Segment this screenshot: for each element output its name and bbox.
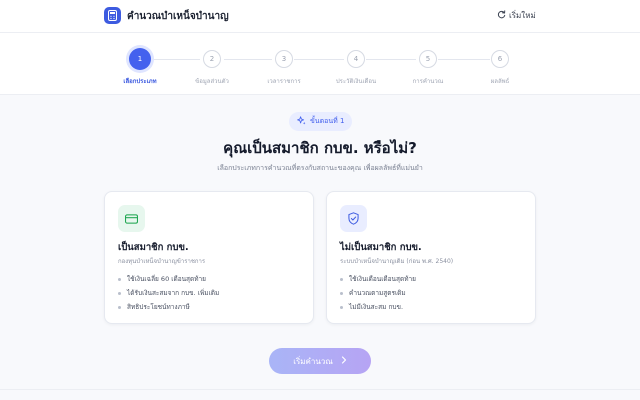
step-number: 3 [275,50,293,68]
calculator-icon [104,7,121,24]
bullet-dot [118,305,121,309]
step-label: ผลลัพธ์ [490,78,510,85]
option-card-member[interactable]: เป็นสมาชิก กบข. กองทุนบำเหน็จบำนาญข้าราช… [104,191,314,324]
bullet-dot [118,291,121,295]
list-item: ไม่มีเงินสะสม กบข. [340,300,416,314]
step-6[interactable]: 6 ผลลัพธ์ [460,50,540,86]
step-label: การคำนวณ [412,78,444,85]
bullet-text: ใช้เงินเดือนเดือนสุดท้าย [349,275,416,283]
bullet-text: คำนวณตามสูตรเดิม [349,289,406,297]
bullet-dot [118,277,121,281]
step-label: ข้อมูลส่วนตัว [195,78,229,85]
step-number: 4 [347,50,365,68]
bullet-dot [340,305,343,309]
card-title: เป็นสมาชิก กบข. [118,242,189,253]
credit-card-icon [118,205,145,232]
step-number: 6 [491,50,509,68]
chevron-right-icon [341,356,347,366]
step-1[interactable]: 1 เลือกประเภท [100,48,180,86]
restart-button[interactable]: เริ่มใหม่ [497,9,536,22]
card-bullets: ใช้เงินเดือนเดือนสุดท้าย คำนวณตามสูตรเดิ… [340,272,416,314]
bullet-dot [340,277,343,281]
start-button-label: เริ่มคำนวณ [293,356,333,366]
bullet-dot [340,291,343,295]
step-3[interactable]: 3 เวลาราชการ [244,50,324,86]
footer-divider [0,389,640,390]
sparkle-icon [297,116,306,127]
card-title: ไม่เป็นสมาชิก กบข. [340,242,422,253]
app-title: คำนวณบำเหน็จบำนาญ [127,11,229,22]
badge-label: ขั้นตอนที่ 1 [310,117,345,125]
progress-stepper: 1 เลือกประเภท 2 ข้อมูลส่วนตัว 3 เวลาราชก… [0,33,640,95]
step-number: 2 [203,50,221,68]
app-header: คำนวณบำเหน็จบำนาญ เริ่มใหม่ [0,0,640,33]
card-bullets: ใช้เงินเฉลี่ย 60 เดือนสุดท้าย ได้รับเงิน… [118,272,219,314]
list-item: ใช้เงินเฉลี่ย 60 เดือนสุดท้าย [118,272,219,286]
step-label: ประวัติเงินเดือน [335,78,377,85]
step-number: 5 [419,50,437,68]
list-item: ได้รับเงินสะสมจาก กบข. เพิ่มเติม [118,286,219,300]
bullet-text: ได้รับเงินสะสมจาก กบข. เพิ่มเติม [127,289,220,297]
step-badge: ขั้นตอนที่ 1 [289,112,353,131]
step-label: เลือกประเภท [123,78,157,85]
page-subtitle: เลือกประเภทการคำนวณที่ตรงกับสถานะของคุณ … [217,164,423,172]
refresh-icon [497,10,506,21]
step-number: 1 [129,48,151,70]
step-label: เวลาราชการ [267,78,301,85]
step-5[interactable]: 5 การคำนวณ [388,50,468,86]
page-title: คุณเป็นสมาชิก กบข. หรือไม่? [223,139,417,157]
bullet-text: ไม่มีเงินสะสม กบข. [349,303,404,311]
bullet-text: ใช้เงินเฉลี่ย 60 เดือนสุดท้าย [127,275,206,283]
list-item: สิทธิประโยชน์ทางภาษี [118,300,219,314]
list-item: คำนวณตามสูตรเดิม [340,286,416,300]
card-description: กองทุนบำเหน็จบำนาญข้าราชการ [118,258,206,265]
restart-label: เริ่มใหม่ [509,11,536,20]
step-2[interactable]: 2 ข้อมูลส่วนตัว [172,50,252,86]
start-calculation-button[interactable]: เริ่มคำนวณ [269,348,371,374]
bullet-text: สิทธิประโยชน์ทางภาษี [127,303,190,311]
step-4[interactable]: 4 ประวัติเงินเดือน [316,50,396,86]
shield-check-icon [340,205,367,232]
option-card-non-member[interactable]: ไม่เป็นสมาชิก กบข. ระบบบำเหน็จบำนาญเดิม … [326,191,536,324]
card-description: ระบบบำเหน็จบำนาญเดิม (ก่อน พ.ศ. 2540) [340,258,454,265]
list-item: ใช้เงินเดือนเดือนสุดท้าย [340,272,416,286]
